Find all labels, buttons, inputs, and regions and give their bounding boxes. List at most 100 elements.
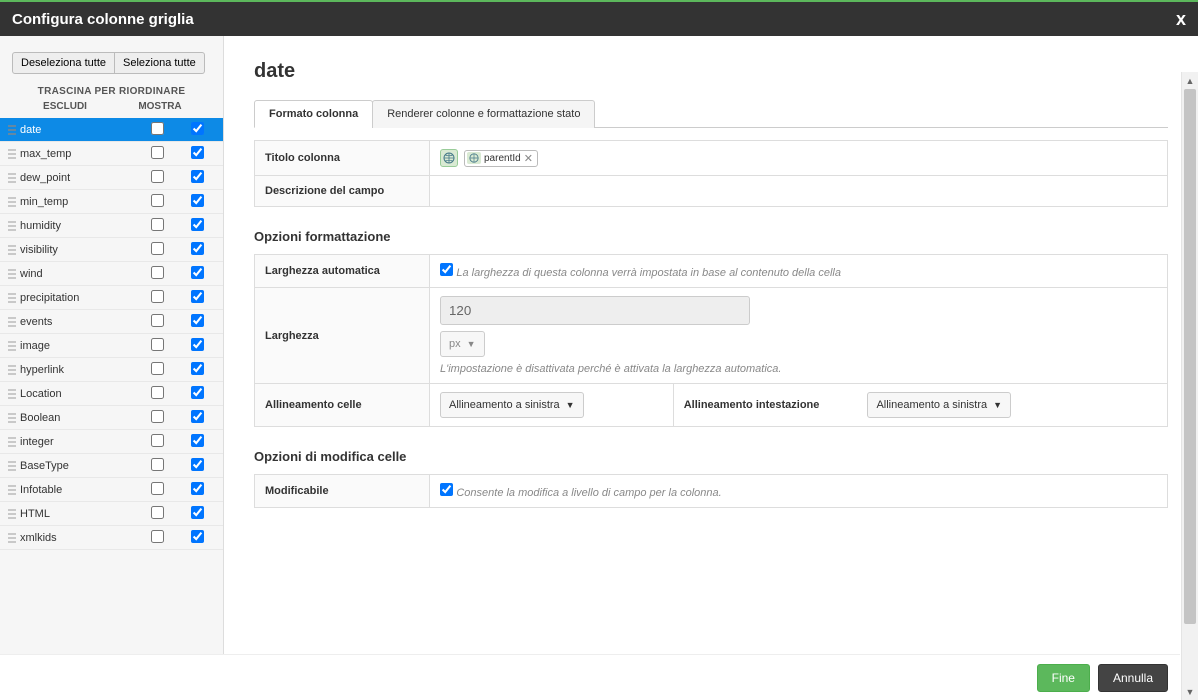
globe-icon[interactable]: [440, 149, 458, 167]
exclude-checkbox[interactable]: [151, 386, 164, 399]
field-row[interactable]: min_temp: [0, 190, 223, 214]
close-icon[interactable]: x: [1176, 9, 1186, 30]
exclude-checkbox[interactable]: [151, 242, 164, 255]
field-row[interactable]: wind: [0, 262, 223, 286]
exclude-checkbox[interactable]: [151, 410, 164, 423]
field-name: visibility: [20, 244, 137, 256]
drag-handle-icon[interactable]: [8, 533, 16, 543]
dialog-header: Configura colonne griglia x: [0, 0, 1198, 36]
drag-handle-icon[interactable]: [8, 197, 16, 207]
width-input[interactable]: [440, 296, 750, 325]
exclude-checkbox[interactable]: [151, 122, 164, 135]
show-checkbox[interactable]: [191, 362, 204, 375]
drag-handle-icon[interactable]: [8, 341, 16, 351]
show-checkbox[interactable]: [191, 314, 204, 327]
cancel-button[interactable]: Annulla: [1098, 664, 1168, 692]
field-row[interactable]: xmlkids: [0, 526, 223, 550]
field-row[interactable]: precipitation: [0, 286, 223, 310]
drag-handle-icon[interactable]: [8, 125, 16, 135]
drag-handle-icon[interactable]: [8, 365, 16, 375]
exclude-checkbox[interactable]: [151, 146, 164, 159]
show-checkbox[interactable]: [191, 434, 204, 447]
header-align-select[interactable]: Allineamento a sinistra ▼: [867, 392, 1011, 418]
chip-remove-icon[interactable]: ✕: [524, 152, 533, 165]
scroll-down-arrow-icon[interactable]: ▼: [1182, 683, 1198, 700]
drag-handle-icon[interactable]: [8, 509, 16, 519]
field-row[interactable]: events: [0, 310, 223, 334]
show-checkbox[interactable]: [191, 170, 204, 183]
drag-handle-icon[interactable]: [8, 173, 16, 183]
field-row[interactable]: dew_point: [0, 166, 223, 190]
field-row[interactable]: integer: [0, 430, 223, 454]
show-checkbox[interactable]: [191, 266, 204, 279]
show-checkbox[interactable]: [191, 122, 204, 135]
done-button[interactable]: Fine: [1037, 664, 1090, 692]
show-checkbox[interactable]: [191, 338, 204, 351]
field-row[interactable]: hyperlink: [0, 358, 223, 382]
drag-handle-icon[interactable]: [8, 461, 16, 471]
cell-align-select[interactable]: Allineamento a sinistra ▼: [440, 392, 584, 418]
show-checkbox[interactable]: [191, 482, 204, 495]
show-checkbox[interactable]: [191, 506, 204, 519]
exclude-checkbox[interactable]: [151, 506, 164, 519]
exclude-checkbox[interactable]: [151, 482, 164, 495]
exclude-checkbox[interactable]: [151, 458, 164, 471]
exclude-checkbox[interactable]: [151, 194, 164, 207]
show-checkbox[interactable]: [191, 194, 204, 207]
field-name: xmlkids: [20, 532, 137, 544]
width-unit-select[interactable]: px ▼: [440, 331, 485, 357]
show-checkbox[interactable]: [191, 530, 204, 543]
select-all-button[interactable]: Seleziona tutte: [115, 52, 205, 74]
field-row[interactable]: Location: [0, 382, 223, 406]
show-checkbox[interactable]: [191, 386, 204, 399]
field-row[interactable]: Boolean: [0, 406, 223, 430]
show-checkbox[interactable]: [191, 410, 204, 423]
drag-handle-icon[interactable]: [8, 389, 16, 399]
drag-handle-icon[interactable]: [8, 485, 16, 495]
show-checkbox[interactable]: [191, 218, 204, 231]
globe-icon: [467, 152, 481, 164]
tab-format[interactable]: Formato colonna: [254, 100, 373, 128]
exclude-checkbox[interactable]: [151, 314, 164, 327]
drag-handle-icon[interactable]: [8, 437, 16, 447]
chip-label: parentId: [484, 153, 521, 164]
field-row[interactable]: BaseType: [0, 454, 223, 478]
scroll-up-arrow-icon[interactable]: ▲: [1182, 72, 1198, 89]
exclude-checkbox[interactable]: [151, 218, 164, 231]
field-row[interactable]: image: [0, 334, 223, 358]
field-row[interactable]: Infotable: [0, 478, 223, 502]
deselect-all-button[interactable]: Deseleziona tutte: [12, 52, 115, 74]
exclude-checkbox[interactable]: [151, 170, 164, 183]
exclude-checkbox[interactable]: [151, 338, 164, 351]
show-checkbox[interactable]: [191, 242, 204, 255]
drag-handle-icon[interactable]: [8, 317, 16, 327]
show-checkbox[interactable]: [191, 458, 204, 471]
cell-align-label: Allineamento celle: [255, 384, 430, 427]
field-row[interactable]: max_temp: [0, 142, 223, 166]
exclude-checkbox[interactable]: [151, 530, 164, 543]
tab-renderer[interactable]: Renderer colonne e formattazione stato: [372, 100, 595, 128]
field-description-cell[interactable]: [430, 176, 1168, 207]
field-list[interactable]: datemax_tempdew_pointmin_temphumidity vis…: [0, 118, 223, 684]
drag-handle-icon[interactable]: [8, 245, 16, 255]
show-checkbox[interactable]: [191, 290, 204, 303]
drag-handle-icon[interactable]: [8, 413, 16, 423]
exclude-checkbox[interactable]: [151, 290, 164, 303]
field-row[interactable]: HTML: [0, 502, 223, 526]
auto-width-checkbox[interactable]: [440, 263, 453, 276]
parent-id-chip[interactable]: parentId ✕: [464, 150, 538, 167]
drag-handle-icon[interactable]: [8, 293, 16, 303]
vertical-scrollbar[interactable]: ▲ ▼: [1181, 72, 1198, 700]
drag-handle-icon[interactable]: [8, 149, 16, 159]
field-row[interactable]: date: [0, 118, 223, 142]
show-checkbox[interactable]: [191, 146, 204, 159]
field-row[interactable]: visibility: [0, 238, 223, 262]
exclude-checkbox[interactable]: [151, 362, 164, 375]
exclude-checkbox[interactable]: [151, 266, 164, 279]
exclude-checkbox[interactable]: [151, 434, 164, 447]
field-description-label: Descrizione del campo: [255, 176, 430, 207]
field-row[interactable]: humidity: [0, 214, 223, 238]
drag-handle-icon[interactable]: [8, 269, 16, 279]
drag-handle-icon[interactable]: [8, 221, 16, 231]
editable-checkbox[interactable]: [440, 483, 453, 496]
